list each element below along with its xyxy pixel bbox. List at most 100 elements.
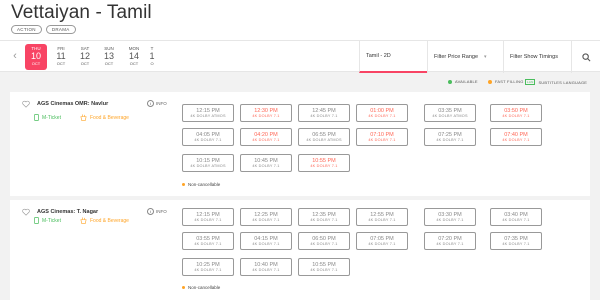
tab-language-format[interactable]: Tamil - 2D <box>359 41 427 73</box>
showtime-button[interactable]: 12:15 PM 4K DOLBY ATMOS <box>182 104 234 122</box>
showtime-button[interactable]: 04:05 PM 4K DOLBY 7.1 <box>182 128 234 146</box>
showtime-format: 4K DOLBY 7.1 <box>252 268 280 272</box>
genre-tag: ACTION <box>11 25 42 34</box>
tab-language-label: Tamil - 2D <box>366 53 391 59</box>
showtime-format: 4K DOLBY 7.1 <box>194 268 222 272</box>
m-ticket-label: M-Ticket <box>42 217 61 224</box>
cinema-name[interactable]: AGS Cinemas OMR: Navlur <box>37 101 108 107</box>
food-beverage-icon <box>80 217 87 224</box>
cinema-info-button[interactable]: i INFO <box>147 208 167 215</box>
legend-available-label: AVAILABLE <box>455 79 478 84</box>
showtime-button[interactable]: 07:05 PM 4K DOLBY 7.1 <box>356 232 408 250</box>
showtime-button[interactable]: 07:10 PM 4K DOLBY 7.1 <box>356 128 408 146</box>
date-10[interactable]: THU 10 OCT <box>25 44 47 70</box>
showtime-button[interactable]: 12:30 PM 4K DOLBY 7.1 <box>240 104 292 122</box>
date-11[interactable]: FRI 11 OCT <box>50 44 72 70</box>
m-ticket-amenity: M-Ticket <box>34 217 61 224</box>
food-beverage-icon <box>80 114 87 121</box>
showtime-button[interactable]: 12:45 PM 4K DOLBY 7.1 <box>298 104 350 122</box>
showtime-button[interactable]: 03:30 PM 4K DOLBY 7.1 <box>424 208 476 226</box>
showtime-format: 4K DOLBY 7.1 <box>194 138 222 142</box>
showtime-format: 4K DOLBY 7.1 <box>310 164 338 168</box>
availability-legend: AVAILABLE FAST FILLING LAN SUBTITLES LAN… <box>0 76 600 90</box>
legend-subtitles: LAN SUBTITLES LANGUAGE <box>525 79 587 85</box>
cinema-name[interactable]: AGS Cinemas: T. Nagar <box>37 209 98 215</box>
showtime-format: 4K DOLBY 7.1 <box>368 218 396 222</box>
showtime-button[interactable]: 06:55 PM 4K DOLBY ATMOS <box>298 128 350 146</box>
showtime-format: 4K DOLBY 7.1 <box>436 218 464 222</box>
showtime-button[interactable]: 06:50 PM 4K DOLBY 7.1 <box>298 232 350 250</box>
movie-title: Vettaiyan - Tamil <box>11 2 152 23</box>
food-beverage-label: Food & Beverage <box>90 114 129 121</box>
showtime-button[interactable]: 10:45 PM 4K DOLBY 7.1 <box>240 154 292 172</box>
showtime-button[interactable]: 12:55 PM 4K DOLBY 7.1 <box>356 208 408 226</box>
m-ticket-label: M-Ticket <box>42 114 61 121</box>
date-14[interactable]: MON 14 OCT <box>123 44 145 70</box>
showtime-format: 4K DOLBY 7.1 <box>368 242 396 246</box>
movie-header: Vettaiyan - Tamil ACTION DRAMA <box>0 0 600 40</box>
showtime-button[interactable]: 03:50 PM 4K DOLBY 7.1 <box>490 104 542 122</box>
date-12[interactable]: SAT 12 OCT <box>74 44 96 70</box>
legend-fast-label: FAST FILLING <box>495 79 524 84</box>
showtime-button[interactable]: 10:25 PM 4K DOLBY 7.1 <box>182 258 234 276</box>
showtime-button[interactable]: 07:40 PM 4K DOLBY 7.1 <box>490 128 542 146</box>
showtime-button[interactable]: 12:35 PM 4K DOLBY 7.1 <box>298 208 350 226</box>
showtime-format: 4K DOLBY 7.1 <box>310 218 338 222</box>
genre-tags: ACTION DRAMA <box>11 25 76 34</box>
showtime-format: 4K DOLBY 7.1 <box>252 218 280 222</box>
date-13[interactable]: SUN 13 OCT <box>98 44 120 70</box>
search-button[interactable] <box>571 41 600 73</box>
showtime-format: 4K DOLBY 7.1 <box>310 268 338 272</box>
showtime-button[interactable]: 03:40 PM 4K DOLBY 7.1 <box>490 208 542 226</box>
search-icon <box>581 52 590 61</box>
date-15-partial[interactable]: T 1 O <box>146 44 158 70</box>
heart-icon[interactable] <box>22 100 30 108</box>
showtime-button[interactable]: 07:20 PM 4K DOLBY 7.1 <box>424 232 476 250</box>
show-timings-label: Filter Show Timings <box>510 54 558 60</box>
info-icon: i <box>147 208 154 215</box>
policy-dot-icon <box>182 183 185 186</box>
showtime-button[interactable]: 10:55 PM 4K DOLBY 7.1 <box>298 154 350 172</box>
price-range-filter[interactable]: Filter Price Range ▾ <box>427 41 503 73</box>
showtime-button[interactable]: 10:40 PM 4K DOLBY 7.1 <box>240 258 292 276</box>
subtitles-language-icon: LAN <box>525 79 536 85</box>
date-month: OCT <box>56 61 66 66</box>
cinema-info-button[interactable]: i INFO <box>147 100 167 107</box>
showtime-format: 4K DOLBY 7.1 <box>436 138 464 142</box>
showtime-format: 4K DOLBY 7.1 <box>252 114 280 118</box>
date-day: 14 <box>128 51 139 61</box>
showtime-button[interactable]: 01:00 PM 4K DOLBY 7.1 <box>356 104 408 122</box>
showtime-format: 4K DOLBY 7.1 <box>252 242 280 246</box>
showtime-button[interactable]: 10:15 PM 4K DOLBY ATMOS <box>182 154 234 172</box>
showtime-button[interactable]: 03:55 PM 4K DOLBY 7.1 <box>182 232 234 250</box>
show-timings-filter[interactable]: Filter Show Timings <box>503 41 571 73</box>
showtime-format: 4K DOLBY 7.1 <box>502 138 530 142</box>
heart-icon[interactable] <box>22 208 30 216</box>
date-month: OCT <box>104 61 114 66</box>
showtime-format: 4K DOLBY ATMOS <box>432 114 468 118</box>
showtime-format: 4K DOLBY 7.1 <box>252 164 280 168</box>
date-day: 10 <box>30 51 41 61</box>
showtime-format: 4K DOLBY 7.1 <box>194 218 222 222</box>
date-filter-bar: ‹ THU 10 OCT FRI 11 OCT SAT 12 OCT SUN 1… <box>0 40 600 73</box>
food-beverage-amenity: Food & Beverage <box>80 217 129 224</box>
showtime-button[interactable]: 04:20 PM 4K DOLBY 7.1 <box>240 128 292 146</box>
showtime-format: 4K DOLBY 7.1 <box>310 242 338 246</box>
cancellation-label: Non-cancellable <box>188 182 221 187</box>
showtime-format: 4K DOLBY 7.1 <box>368 138 396 142</box>
showtime-button[interactable]: 12:15 PM 4K DOLBY 7.1 <box>182 208 234 226</box>
cinema-card: AGS Cinemas OMR: Navlur i INFO M-Ticket … <box>10 92 590 196</box>
chevron-left-icon[interactable]: ‹ <box>10 49 20 63</box>
m-ticket-amenity: M-Ticket <box>34 114 61 121</box>
showtime-button[interactable]: 12:25 PM 4K DOLBY 7.1 <box>240 208 292 226</box>
food-beverage-amenity: Food & Beverage <box>80 114 129 121</box>
showtime-button[interactable]: 07:35 PM 4K DOLBY 7.1 <box>490 232 542 250</box>
info-label: INFO <box>156 101 167 106</box>
date-day: 11 <box>56 51 66 61</box>
showtime-button[interactable]: 10:55 PM 4K DOLBY 7.1 <box>298 258 350 276</box>
showtime-button[interactable]: 07:25 PM 4K DOLBY 7.1 <box>424 128 476 146</box>
price-range-label: Filter Price Range <box>434 54 479 60</box>
showtime-button[interactable]: 04:15 PM 4K DOLBY 7.1 <box>240 232 292 250</box>
mobile-ticket-icon <box>34 114 39 121</box>
showtime-button[interactable]: 03:35 PM 4K DOLBY ATMOS <box>424 104 476 122</box>
